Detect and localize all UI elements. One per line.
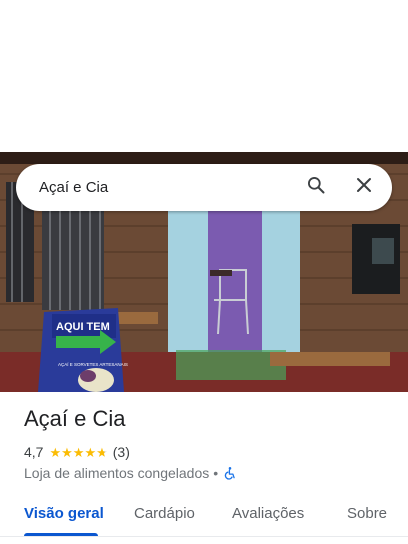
tab-overview[interactable]: Visão geral <box>24 505 104 522</box>
place-title: Açaí e Cia <box>24 406 126 431</box>
review-count[interactable]: (3) <box>113 444 130 460</box>
star-icon: ★ <box>84 444 97 460</box>
tab-reviews[interactable]: Avaliações <box>232 505 304 522</box>
search-input[interactable]: Açaí e Cia <box>16 179 294 196</box>
place-tabs: Visão geral Cardápio Avaliações Sobre <box>0 493 408 537</box>
separator: • <box>213 465 219 481</box>
tab-about[interactable]: Sobre <box>347 505 387 522</box>
star-icon: ★ <box>72 444 85 460</box>
category-label: Loja de alimentos congelados <box>24 465 210 481</box>
wheelchair-icon <box>223 466 237 480</box>
tab-menu[interactable]: Cardápio <box>134 505 195 522</box>
close-icon <box>356 177 372 198</box>
search-icon <box>306 175 326 200</box>
half-star-icon: ★ <box>96 444 108 460</box>
rating-value: 4,7 <box>24 444 44 460</box>
search-button[interactable] <box>294 166 338 210</box>
active-tab-indicator <box>24 533 98 536</box>
rating-row[interactable]: 4,7 ★ ★ ★ ★ ★ (3) <box>24 444 130 460</box>
sign-title: AQUI TEM <box>56 321 110 333</box>
sign-subtitle: AÇAÍ E SORVETES ARTESANAIS <box>58 361 128 367</box>
category-row: Loja de alimentos congelados • <box>24 465 237 481</box>
star-icon: ★ <box>61 444 73 460</box>
clear-search-button[interactable] <box>342 166 386 210</box>
search-bar[interactable]: Açaí e Cia <box>16 164 392 211</box>
star-rating: ★ ★ ★ ★ ★ <box>49 446 107 459</box>
star-icon: ★ <box>49 444 62 460</box>
